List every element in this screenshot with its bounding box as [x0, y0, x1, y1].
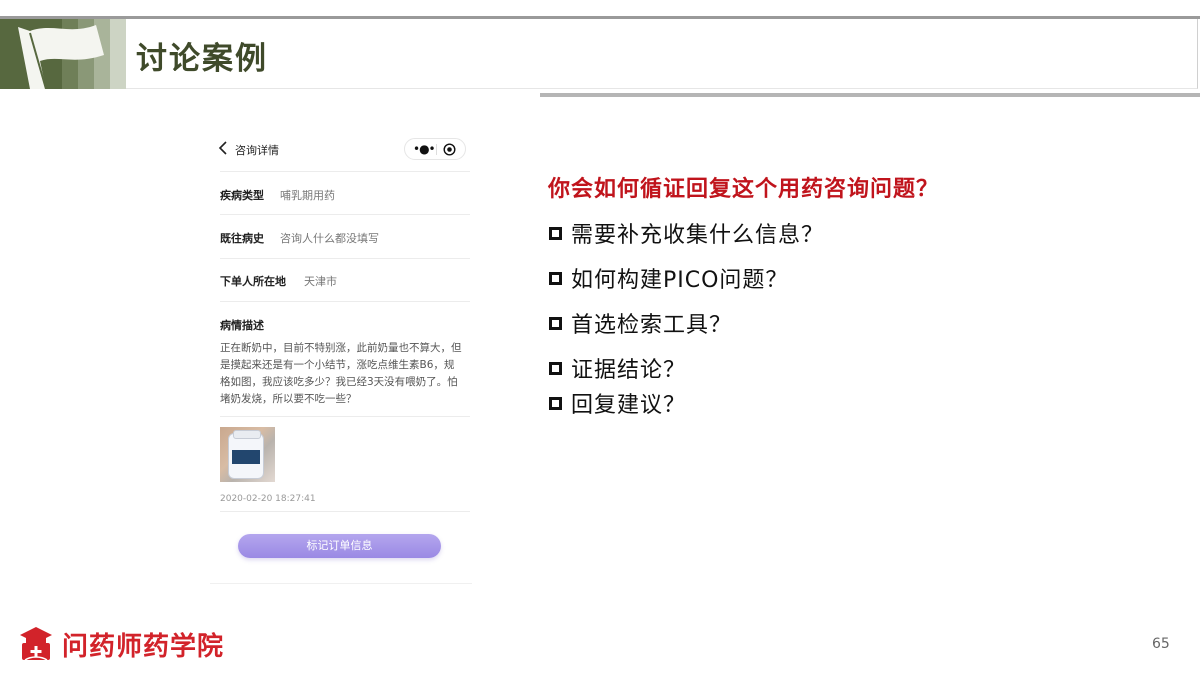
bottle-image — [228, 430, 264, 479]
flag-icon — [18, 25, 104, 89]
mini-program-capsule: •●• — [404, 138, 466, 160]
divider — [220, 258, 470, 259]
field-label-location: 下单人所在地 — [220, 275, 286, 288]
square-bullet-icon — [549, 271, 562, 285]
description-label: 病情描述 — [220, 319, 264, 332]
bullet-item: 首选检索工具？ — [549, 308, 732, 338]
capsule-divider — [436, 144, 437, 155]
divider — [220, 416, 470, 417]
back-icon[interactable] — [216, 140, 232, 156]
square-bullet-icon — [549, 316, 562, 330]
field-label-disease-type: 疾病类型 — [220, 189, 264, 202]
close-target-icon[interactable] — [443, 143, 456, 156]
bullet-item: 回复建议？ — [549, 388, 686, 418]
field-value-history: 咨询人什么都没填写 — [280, 232, 379, 245]
phone-header-title: 咨询详情 — [235, 144, 279, 157]
field-value-disease-type: 哺乳期用药 — [280, 189, 335, 202]
description-text: 正在断奶中，目前不特别涨，此前奶量也不算大，但是摸起来还是有一个小结节，涨吃点维… — [220, 342, 462, 405]
divider — [220, 301, 470, 302]
square-bullet-icon — [549, 226, 562, 240]
divider — [220, 214, 470, 215]
bullet-text: 首选检索工具？ — [571, 313, 733, 338]
header-underline — [540, 93, 1200, 97]
divider — [220, 171, 470, 172]
square-bullet-icon — [549, 361, 562, 375]
bullet-item: 证据结论？ — [549, 353, 686, 383]
field-value-location: 天津市 — [304, 275, 337, 288]
square-bullet-icon — [549, 396, 562, 410]
academy-logo-icon — [20, 627, 52, 661]
bullet-text: 证据结论？ — [571, 358, 687, 383]
bullet-text: 回复建议？ — [571, 393, 687, 418]
medicine-photo[interactable] — [220, 427, 275, 482]
discussion-question: 你会如何循证回复这个用药咨询问题？ — [548, 177, 940, 202]
divider — [220, 511, 470, 512]
page-number: 65 — [1152, 636, 1170, 652]
title-frame — [126, 19, 1198, 89]
timestamp: 2020-02-20 18:27:41 — [220, 494, 316, 504]
phone-nav-bar: 咨询详情 •●• — [210, 128, 472, 170]
flag-logo — [0, 19, 126, 89]
phone-screenshot: 咨询详情 •●• 疾病类型 哺乳期用药 既往病史 咨询人什么都没填写 下单人所在… — [210, 128, 472, 584]
mark-order-button[interactable]: 标记订单信息 — [238, 534, 441, 558]
bottle-label — [232, 450, 260, 464]
bullet-text: 需要补充收集什么信息？ — [571, 223, 825, 248]
bottle-cap — [233, 430, 261, 439]
bullet-item: 如何构建PICO问题？ — [549, 263, 788, 293]
bullet-item: 需要补充收集什么信息？ — [549, 218, 824, 248]
brand-name: 问药师药学院 — [62, 632, 225, 662]
more-dots-icon[interactable]: •●• — [413, 143, 436, 155]
slide-title: 讨论案例 — [136, 41, 268, 77]
field-label-history: 既往病史 — [220, 232, 264, 245]
bullet-text: 如何构建PICO问题？ — [571, 268, 789, 293]
